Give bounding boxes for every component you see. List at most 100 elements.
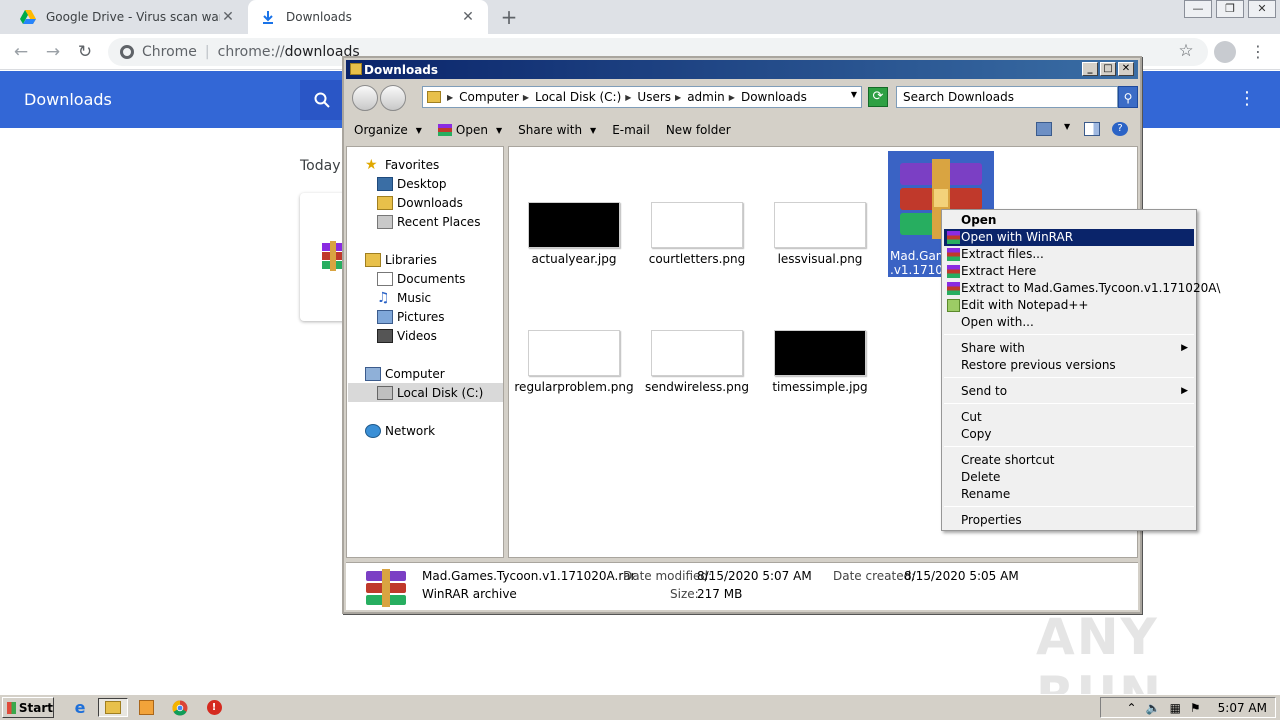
internet-explorer-icon[interactable]: e bbox=[70, 698, 90, 717]
back-button[interactable]: ← bbox=[10, 41, 32, 63]
forward-button[interactable] bbox=[380, 85, 406, 111]
tab-downloads[interactable]: Downloads ✕ bbox=[248, 0, 488, 34]
menu-item-properties[interactable]: Properties bbox=[944, 512, 1194, 529]
context-menu: Open Open with WinRAR Extract files... E… bbox=[941, 209, 1220, 531]
file-item[interactable]: actualyear.jpg bbox=[513, 202, 633, 302]
profile-avatar[interactable] bbox=[1214, 41, 1236, 63]
close-tab-icon[interactable]: ✕ bbox=[460, 9, 476, 25]
chrome-icon[interactable] bbox=[170, 698, 190, 717]
menu-item-create-shortcut[interactable]: Create shortcut bbox=[944, 452, 1194, 469]
nav-libraries[interactable]: Libraries bbox=[365, 250, 437, 269]
menu-separator bbox=[944, 377, 1194, 378]
nav-recent-places[interactable]: Recent Places bbox=[377, 212, 480, 231]
new-tab-button[interactable]: + bbox=[498, 6, 520, 28]
close-window-button[interactable]: ✕ bbox=[1248, 0, 1276, 18]
search-icon[interactable] bbox=[300, 80, 344, 120]
new-folder-button[interactable]: New folder bbox=[658, 123, 739, 137]
menu-item-cut[interactable]: Cut bbox=[944, 409, 1194, 426]
breadcrumb-item[interactable]: admin bbox=[687, 90, 725, 104]
back-button[interactable] bbox=[352, 85, 378, 111]
reload-button[interactable]: ↻ bbox=[74, 41, 96, 63]
view-icon[interactable] bbox=[1036, 122, 1052, 136]
nav-desktop[interactable]: Desktop bbox=[377, 174, 447, 193]
chevron-right-icon: ▶ bbox=[675, 92, 682, 102]
file-item[interactable]: timessimple.jpg bbox=[759, 330, 879, 430]
menu-item-open-with[interactable]: Open with... bbox=[944, 314, 1194, 331]
breadcrumb-item[interactable]: Downloads bbox=[741, 90, 807, 104]
file-item[interactable]: courtletters.png bbox=[636, 202, 756, 302]
file-name: actualyear.jpg bbox=[531, 252, 617, 266]
minimize-button[interactable]: — bbox=[1184, 0, 1212, 18]
nav-favorites[interactable]: ★ Favorites bbox=[365, 155, 439, 174]
organize-label: Organize bbox=[354, 123, 408, 137]
file-item[interactable]: lessvisual.png bbox=[759, 202, 879, 302]
menu-item-share-with[interactable]: Share with ▶ bbox=[944, 340, 1194, 357]
explorer-taskbar-icon[interactable] bbox=[98, 698, 128, 717]
nav-videos[interactable]: Videos bbox=[377, 326, 437, 345]
explorer-titlebar[interactable]: Downloads _ □ ✕ bbox=[346, 60, 1138, 79]
network-tray-icon[interactable]: ▦ bbox=[1170, 701, 1181, 715]
nav-downloads[interactable]: Downloads bbox=[377, 193, 463, 212]
minimize-button[interactable]: _ bbox=[1082, 62, 1098, 76]
email-button[interactable]: E-mail bbox=[604, 123, 658, 137]
nav-music[interactable]: ♫ Music bbox=[377, 288, 431, 307]
action-center-flag-icon[interactable]: ⚑ bbox=[1190, 701, 1201, 715]
menu-item-send-to[interactable]: Send to ▶ bbox=[944, 383, 1194, 400]
stop-icon[interactable]: ! bbox=[204, 698, 224, 717]
preview-pane-icon[interactable] bbox=[1084, 122, 1100, 136]
search-icon[interactable]: ⚲ bbox=[1118, 86, 1138, 108]
google-drive-icon bbox=[20, 9, 36, 25]
menu-item-delete[interactable]: Delete bbox=[944, 469, 1194, 486]
menu-item-copy[interactable]: Copy bbox=[944, 426, 1194, 443]
separator: | bbox=[204, 44, 210, 60]
share-with-label: Share with bbox=[518, 123, 583, 137]
menu-item-restore-versions[interactable]: Restore previous versions bbox=[944, 357, 1194, 374]
menu-item-extract-to[interactable]: Extract to Mad.Games.Tycoon.v1.171020A\ bbox=[944, 280, 1220, 297]
nav-network[interactable]: Network bbox=[365, 421, 435, 440]
details-pane: Mad.Games.Tycoon.v1.171020A.rar WinRAR a… bbox=[346, 562, 1138, 610]
downloads-folder-icon bbox=[377, 195, 393, 210]
restore-button[interactable]: ❐ bbox=[1216, 0, 1244, 18]
nav-computer[interactable]: Computer bbox=[365, 364, 445, 383]
menu-item-extract-here[interactable]: Extract Here bbox=[944, 263, 1194, 280]
forward-button[interactable]: → bbox=[42, 41, 64, 63]
organize-button[interactable]: Organize ▼ bbox=[346, 123, 430, 137]
menu-item-open[interactable]: Open bbox=[944, 212, 1194, 229]
menu-item-open-with-winrar[interactable]: Open with WinRAR bbox=[944, 229, 1194, 246]
clock[interactable]: 5:07 AM bbox=[1218, 701, 1267, 715]
close-tab-icon[interactable]: ✕ bbox=[220, 9, 236, 25]
videos-icon bbox=[377, 328, 393, 343]
maximize-button[interactable]: □ bbox=[1100, 62, 1116, 76]
search-input[interactable]: Search Downloads bbox=[896, 86, 1118, 108]
nav-pictures[interactable]: Pictures bbox=[377, 307, 445, 326]
refresh-icon[interactable]: ⟳ bbox=[868, 87, 888, 107]
share-with-button[interactable]: Share with ▼ bbox=[510, 123, 604, 137]
breadcrumb-item[interactable]: Users bbox=[637, 90, 671, 104]
menu-item-edit-notepadpp[interactable]: Edit with Notepad++ bbox=[944, 297, 1194, 314]
start-button[interactable]: Start bbox=[2, 697, 54, 718]
chevron-down-icon[interactable]: ▼ bbox=[851, 90, 857, 99]
volume-icon[interactable]: 🔈 bbox=[1146, 701, 1161, 715]
tab-google-drive[interactable]: Google Drive - Virus scan warning ✕ bbox=[8, 0, 248, 34]
media-player-icon[interactable] bbox=[136, 698, 156, 717]
more-options-icon[interactable]: ⋮ bbox=[1238, 88, 1256, 109]
image-thumbnail bbox=[774, 330, 866, 376]
nav-local-disk[interactable]: Local Disk (C:) bbox=[348, 383, 503, 402]
close-button[interactable]: ✕ bbox=[1118, 62, 1134, 76]
nav-documents[interactable]: Documents bbox=[377, 269, 465, 288]
breadcrumb-item[interactable]: Local Disk (C:) bbox=[535, 90, 621, 104]
menu-item-rename[interactable]: Rename bbox=[944, 486, 1194, 503]
file-item[interactable]: sendwireless.png bbox=[636, 330, 756, 430]
file-item[interactable]: regularproblem.png bbox=[513, 330, 634, 430]
help-icon[interactable]: ? bbox=[1112, 122, 1128, 136]
show-hidden-icons-icon[interactable]: ⌃ bbox=[1127, 701, 1137, 715]
breadcrumb[interactable]: ▶ Computer ▶ Local Disk (C:) ▶ Users ▶ a… bbox=[422, 86, 862, 108]
menu-item-label: Share with bbox=[961, 341, 1025, 355]
chevron-right-icon: ▶ bbox=[522, 92, 529, 102]
chevron-down-icon[interactable]: ▼ bbox=[1064, 122, 1072, 136]
open-button[interactable]: Open ▼ bbox=[430, 123, 510, 137]
chrome-menu-icon[interactable]: ⋮ bbox=[1250, 42, 1266, 62]
breadcrumb-item[interactable]: Computer bbox=[459, 90, 519, 104]
bookmark-star-icon[interactable]: ☆ bbox=[1176, 41, 1196, 63]
menu-item-extract-files[interactable]: Extract files... bbox=[944, 246, 1194, 263]
